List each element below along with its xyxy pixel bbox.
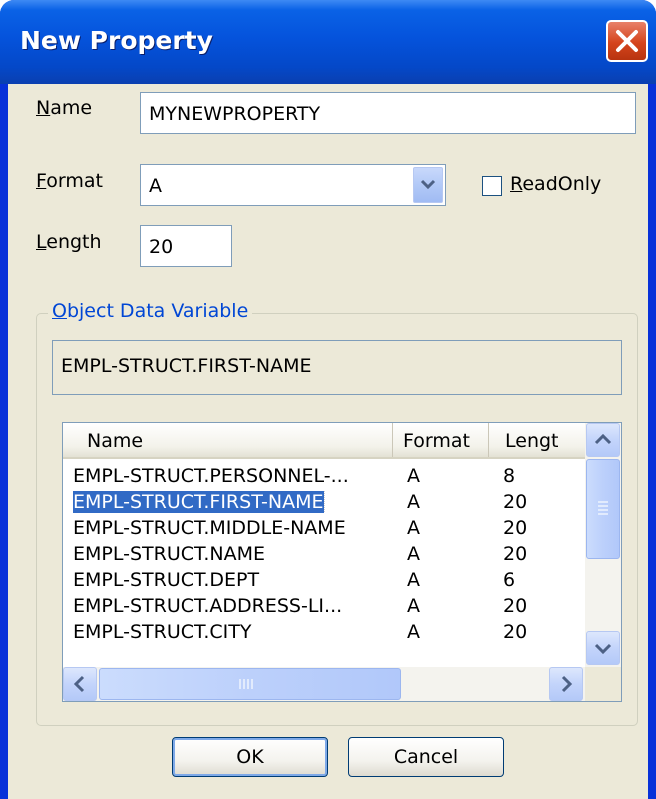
list-item[interactable]: EMPL-STRUCT.PERSONNEL-... A 8 (63, 465, 585, 490)
chevron-up-icon (594, 433, 612, 445)
name-label: Name (36, 97, 93, 119)
vertical-scrollbar[interactable] (585, 423, 621, 667)
list-item-format: A (407, 595, 420, 617)
chevron-down-icon (420, 179, 436, 190)
column-header-name[interactable]: Name (63, 423, 393, 457)
list-item-format: A (407, 543, 420, 565)
list-item-length: 20 (503, 543, 528, 565)
format-dropdown-button[interactable] (413, 167, 443, 203)
scroll-right-button[interactable] (549, 667, 583, 701)
scrollbar-corner (585, 667, 621, 701)
name-input[interactable]: MYNEWPROPERTY (140, 92, 636, 134)
list-item-format: A (407, 517, 420, 539)
horizontal-scrollbar[interactable] (63, 667, 585, 701)
list-item-length: 8 (503, 465, 516, 487)
dialog-window: New Property Name MYNEWPROPERTY Format A… (0, 0, 656, 799)
group-title: Object Data Variable (48, 300, 253, 322)
chevron-down-icon (594, 643, 612, 655)
list-item-name: EMPL-STRUCT.PERSONNEL-... (73, 465, 349, 487)
list-item-format: A (407, 569, 420, 591)
list-item-name: EMPL-STRUCT.MIDDLE-NAME (73, 517, 346, 539)
list-item-length: 6 (503, 569, 516, 591)
list-item[interactable]: EMPL-STRUCT.CITY A 20 (63, 621, 585, 646)
list-item-name: EMPL-STRUCT.FIRST-NAME (73, 491, 325, 513)
list-item-format: A (407, 491, 420, 513)
list-item-length: 20 (503, 517, 528, 539)
scroll-left-button[interactable] (63, 667, 97, 701)
scroll-up-button[interactable] (586, 423, 620, 457)
chevron-right-icon (561, 675, 573, 693)
length-input[interactable]: 20 (140, 225, 232, 267)
dialog-client: Name MYNEWPROPERTY Format A ReadOnly Len… (8, 84, 648, 799)
list-item-length: 20 (503, 491, 528, 513)
list-item[interactable]: EMPL-STRUCT.MIDDLE-NAME A 20 (63, 517, 585, 542)
list-item-name: EMPL-STRUCT.CITY (73, 621, 252, 643)
readonly-checkbox[interactable] (482, 176, 502, 196)
selected-variable-field: EMPL-STRUCT.FIRST-NAME (52, 340, 622, 395)
horizontal-scroll-thumb[interactable] (99, 668, 401, 700)
list-item[interactable]: EMPL-STRUCT.FIRST-NAME A 20 (63, 491, 585, 516)
window-title: New Property (20, 26, 213, 55)
list-item[interactable]: EMPL-STRUCT.NAME A 20 (63, 543, 585, 568)
grip-icon (239, 679, 253, 689)
vertical-scroll-thumb[interactable] (586, 459, 620, 559)
column-header-format[interactable]: Format (393, 423, 489, 457)
cancel-button[interactable]: Cancel (348, 737, 504, 777)
list-item-format: A (407, 621, 420, 643)
list-item-name: EMPL-STRUCT.ADDRESS-LI... (73, 595, 343, 617)
list-item-length: 20 (503, 595, 528, 617)
chevron-left-icon (73, 675, 85, 693)
listview-header: Name Format Lengt (63, 423, 585, 459)
list-item[interactable]: EMPL-STRUCT.ADDRESS-LI... A 20 (63, 595, 585, 620)
title-bar[interactable]: New Property (0, 0, 656, 84)
list-item-name: EMPL-STRUCT.DEPT (73, 569, 260, 591)
scroll-down-button[interactable] (586, 631, 620, 665)
format-select[interactable]: A (140, 164, 446, 206)
grip-icon (598, 501, 608, 515)
column-header-length[interactable]: Lengt (489, 423, 585, 457)
list-item-length: 20 (503, 621, 528, 643)
close-icon (616, 30, 638, 52)
length-label: Length (36, 231, 102, 253)
list-item-format: A (407, 465, 420, 487)
format-label: Format (36, 170, 103, 192)
variable-listview[interactable]: Name Format Lengt EMPL-STRUCT.PERSONNEL-… (62, 422, 622, 702)
close-button[interactable] (606, 20, 648, 62)
ok-button[interactable]: OK (172, 737, 328, 777)
list-item[interactable]: EMPL-STRUCT.DEPT A 6 (63, 569, 585, 594)
readonly-label[interactable]: ReadOnly (510, 173, 601, 195)
list-item-name: EMPL-STRUCT.NAME (73, 543, 266, 565)
